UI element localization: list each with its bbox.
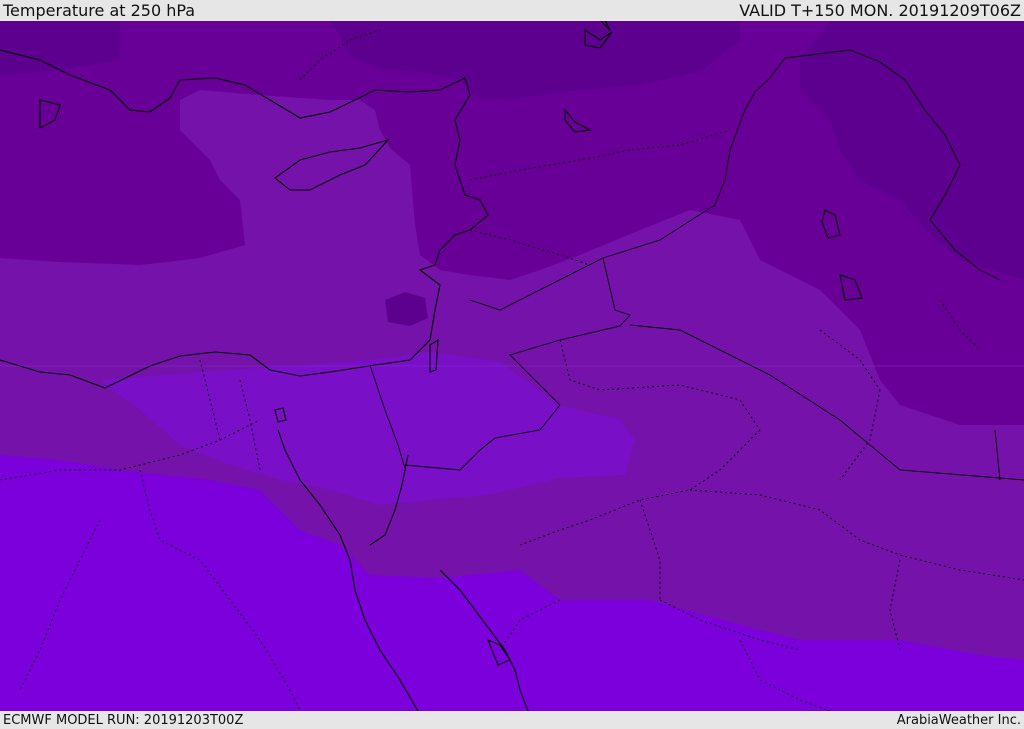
credit: ArabiaWeather Inc.	[896, 712, 1021, 728]
valid-time: VALID T+150 MON. 20191209T06Z	[739, 1, 1021, 20]
map-title: Temperature at 250 hPa	[3, 1, 196, 20]
model-run: ECMWF MODEL RUN: 20191203T00Z	[3, 712, 244, 728]
footer-bar: ECMWF MODEL RUN: 20191203T00Z ArabiaWeat…	[0, 711, 1024, 729]
header-bar: Temperature at 250 hPa VALID T+150 MON. …	[0, 0, 1024, 21]
temperature-map	[0, 21, 1024, 711]
